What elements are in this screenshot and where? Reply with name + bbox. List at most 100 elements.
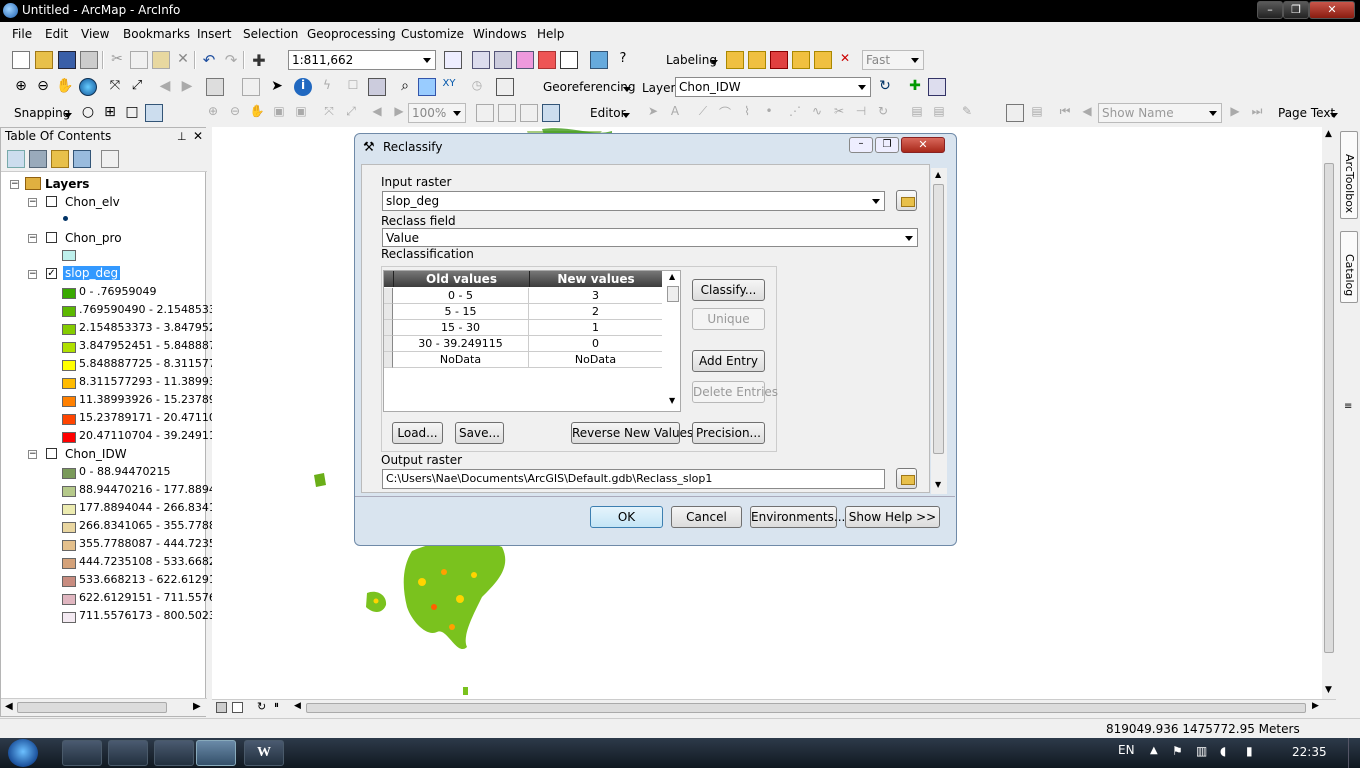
list-by-drawing-order-icon[interactable] (7, 150, 25, 168)
legend-swatch[interactable] (62, 540, 76, 551)
precision-button[interactable]: Precision... (692, 422, 765, 444)
pause-labeling-icon[interactable]: ✕ (836, 51, 854, 69)
add-control-points-icon[interactable]: ✚ (906, 78, 924, 96)
python-window-icon[interactable] (560, 51, 578, 69)
scale-combobox[interactable]: 1:811,662 (288, 50, 436, 70)
row-selector[interactable] (384, 320, 393, 336)
taskbar-arcmap-icon[interactable] (196, 740, 236, 766)
arctoolbox-icon[interactable] (538, 51, 556, 69)
legend-swatch[interactable] (62, 378, 76, 389)
catalog-window-icon[interactable] (494, 51, 512, 69)
slop-deg-checkbox[interactable]: ✓ (46, 268, 57, 279)
layout-forward-icon[interactable]: ▶ (390, 104, 408, 122)
unique-button[interactable]: Unique (692, 308, 765, 330)
legend-swatch[interactable] (62, 612, 76, 623)
legend-swatch[interactable] (62, 396, 76, 407)
label-priority-icon[interactable] (748, 51, 766, 69)
georeferencing-menu[interactable]: Georeferencing (543, 80, 636, 94)
dock-grip-icon[interactable]: ≡ (1344, 401, 1352, 412)
legend-swatch[interactable] (62, 522, 76, 533)
chon-elv-collapse-icon[interactable]: − (28, 198, 37, 207)
legend-swatch[interactable] (62, 414, 76, 425)
taskbar-explorer-icon[interactable] (108, 740, 148, 766)
fixed-layout-out-icon[interactable]: ⤢ (342, 104, 360, 122)
time-slider-icon[interactable]: ◷ (468, 78, 486, 96)
cut-icon[interactable]: ✂ (108, 51, 126, 69)
view-unplaced-icon[interactable] (814, 51, 832, 69)
power-icon[interactable]: ▮ (1246, 744, 1253, 758)
ddp-refresh-icon[interactable]: ▤ (1028, 104, 1046, 122)
edit-rotate-icon[interactable]: ↻ (874, 104, 892, 122)
forward-extent-icon[interactable]: ▶ (178, 78, 196, 96)
menu-windows[interactable]: Windows (473, 27, 527, 41)
legend-swatch[interactable] (62, 324, 76, 335)
row-selector[interactable] (384, 288, 393, 304)
table-scrollbar[interactable]: ▲ ▼ (666, 272, 680, 408)
label-weight-icon[interactable] (792, 51, 810, 69)
edit-tool-icon[interactable]: ➤ (644, 104, 662, 122)
label-quality-select[interactable]: Fast (862, 50, 924, 70)
sketch-properties-icon[interactable]: ▤ (930, 104, 948, 122)
map-hscrollbar[interactable]: ↻ ⏸ ◀ ▶ (212, 699, 1336, 715)
old-value-cell[interactable]: 15 - 30 (393, 320, 529, 336)
new-value-cell[interactable]: 3 (529, 288, 662, 304)
taskbar-ie-icon[interactable] (62, 740, 102, 766)
chon-pro-layer[interactable]: Chon_pro (65, 231, 122, 245)
minimize-button[interactable]: – (1257, 1, 1283, 19)
legend-swatch[interactable] (62, 432, 76, 443)
modelbuilder-icon[interactable] (590, 51, 608, 69)
legend-swatch[interactable] (62, 504, 76, 515)
find-icon[interactable]: ⌕ (396, 78, 414, 96)
fixed-zoom-out-icon[interactable]: ⤢ (128, 78, 146, 96)
list-by-visibility-icon[interactable] (51, 150, 69, 168)
pan-icon[interactable]: ✋ (56, 78, 74, 96)
new-value-cell[interactable]: 1 (529, 320, 662, 336)
slop-deg-layer[interactable]: slop_deg (63, 266, 121, 280)
close-button[interactable]: ✕ (1309, 1, 1355, 19)
lock-labels-icon[interactable] (770, 51, 788, 69)
straight-segment-icon[interactable]: ⟋ (694, 104, 712, 122)
chon-pro-collapse-icon[interactable]: − (28, 234, 37, 243)
search-window-icon[interactable] (516, 51, 534, 69)
chon-idw-checkbox[interactable] (46, 448, 57, 459)
delete-entries-button[interactable]: Delete Entries (692, 381, 778, 403)
layout-zoom-in-icon[interactable]: ⊕ (204, 104, 222, 122)
catalog-tab[interactable]: Catalog (1340, 231, 1358, 303)
reshape-icon[interactable]: ∿ (808, 104, 826, 122)
data-driven-pages-icon[interactable] (542, 104, 560, 122)
focus-data-frame-icon[interactable] (498, 104, 516, 122)
network-icon[interactable]: ▥ (1196, 744, 1207, 758)
html-popup-icon[interactable]: ☐ (344, 78, 362, 96)
old-value-cell[interactable]: 0 - 5 (393, 288, 529, 304)
back-extent-icon[interactable]: ◀ (156, 78, 174, 96)
layers-root[interactable]: Layers (45, 177, 89, 191)
slop-deg-collapse-icon[interactable]: − (28, 270, 37, 279)
whats-this-icon[interactable]: ? (614, 51, 632, 69)
end-point-arc-icon[interactable]: ⌒ (716, 104, 734, 122)
toc-hscrollbar[interactable]: ◀ ▶ (1, 698, 207, 716)
legend-swatch[interactable] (62, 306, 76, 317)
add-entry-button[interactable]: Add Entry (692, 350, 765, 372)
legend-swatch[interactable] (62, 342, 76, 353)
end-snapping-icon[interactable]: ⊞ (101, 104, 119, 122)
point-icon[interactable]: • (760, 104, 778, 122)
go-to-xy-icon[interactable]: XY (440, 78, 458, 96)
ddp-setup-icon[interactable] (1006, 104, 1024, 122)
toc-close-icon[interactable]: ✕ (193, 129, 203, 143)
show-name-select[interactable]: Show Name (1098, 103, 1222, 123)
first-page-icon[interactable]: ⏮ (1056, 104, 1074, 122)
paste-icon[interactable] (152, 51, 170, 69)
editor-toolbar-icon[interactable] (444, 51, 462, 69)
georef-layer-select[interactable]: Chon_IDW (675, 77, 871, 97)
taskbar-word-icon[interactable]: W (244, 740, 284, 766)
legend-swatch[interactable] (62, 468, 76, 479)
environments-button[interactable]: Environments... (750, 506, 845, 528)
legend-swatch[interactable] (62, 288, 76, 299)
undo-icon[interactable]: ↶ (200, 51, 218, 69)
redo-icon[interactable]: ↷ (222, 51, 240, 69)
split-icon[interactable]: ⊣ (852, 104, 870, 122)
menu-customize[interactable]: Customize (401, 27, 464, 41)
menu-selection[interactable]: Selection (243, 27, 298, 41)
row-selector[interactable] (384, 352, 393, 368)
hyperlink-icon[interactable]: ϟ (318, 78, 336, 96)
